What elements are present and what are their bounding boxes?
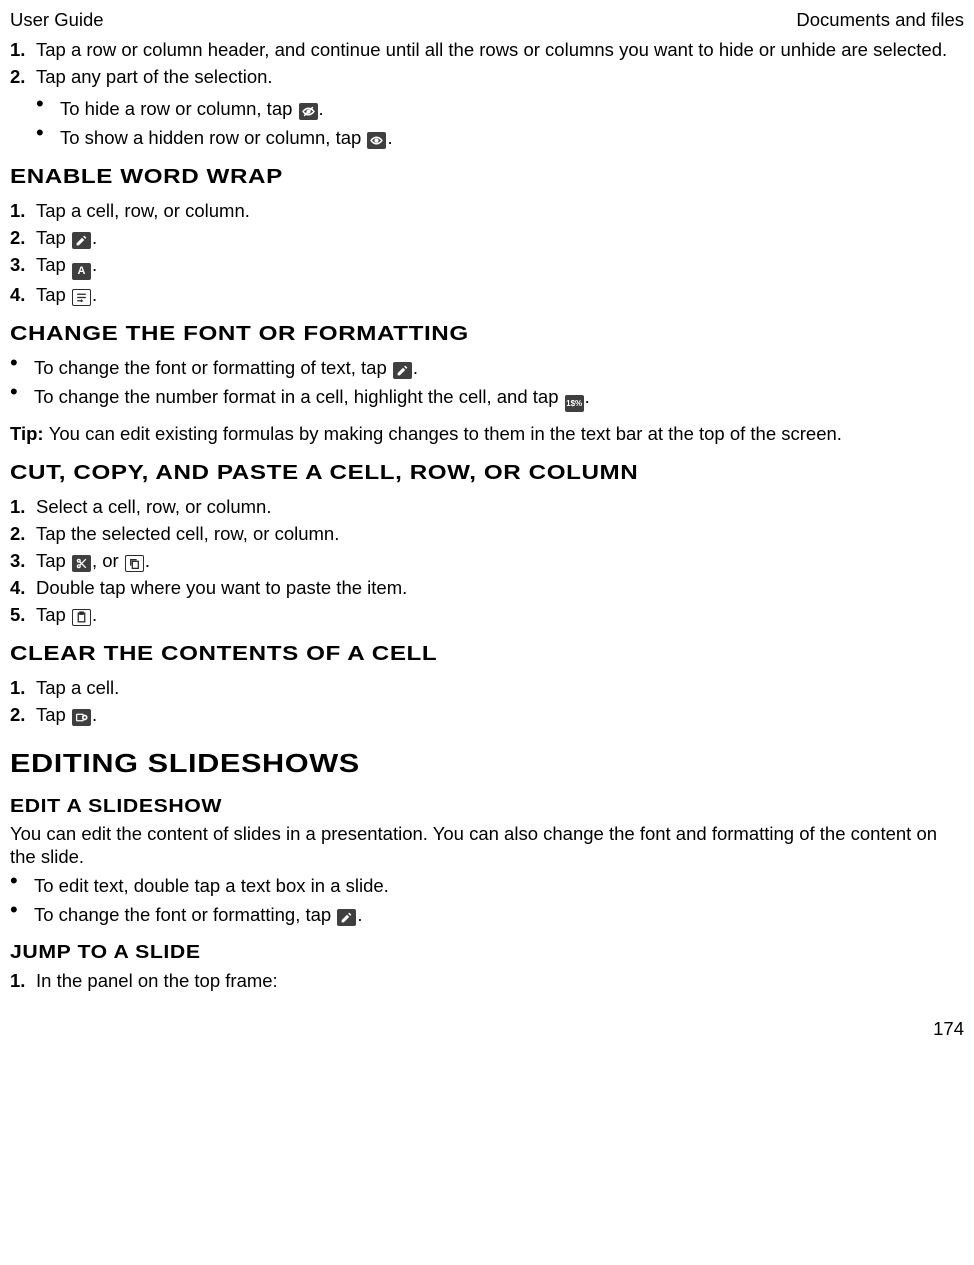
- copy-icon: [125, 555, 144, 572]
- clear-icon: [72, 709, 91, 726]
- list-item: 2.Tap the selected cell, row, or column.: [10, 522, 964, 546]
- hide-icon: [299, 103, 318, 120]
- list-item: •To change the font or formatting of tex…: [10, 356, 964, 380]
- list-item: 5.Tap .: [10, 603, 964, 627]
- paste-icon: [72, 609, 91, 626]
- list-item: •To change the number format in a cell, …: [10, 385, 964, 413]
- jump-to-slide-steps: 1.In the panel on the top frame:: [10, 969, 964, 993]
- font-a-icon: A: [72, 263, 91, 280]
- list-item: •To change the font or formatting, tap .: [10, 903, 964, 927]
- heading-edit-a-slideshow: Edit a slideshow: [10, 795, 974, 818]
- font-formatting-bullets: •To change the font or formatting of tex…: [10, 356, 964, 413]
- wrap-icon: [72, 289, 91, 306]
- header-right: Documents and files: [796, 8, 964, 32]
- edit-icon: [393, 362, 412, 379]
- page-number: 174: [10, 1017, 964, 1041]
- cut-copy-paste-steps: 1.Select a cell, row, or column. 2.Tap t…: [10, 495, 964, 627]
- list-item: 3.Tap A.: [10, 253, 964, 280]
- list-item: 4.Tap .: [10, 283, 964, 307]
- heading-cut-copy-paste: Cut, copy, and paste a cell, row, or col…: [10, 460, 974, 487]
- list-item: 2.Tap .: [10, 226, 964, 250]
- clear-contents-steps: 1.Tap a cell. 2.Tap .: [10, 676, 964, 727]
- cut-icon: [72, 555, 91, 572]
- list-item: • To show a hidden row or column, tap .: [36, 126, 964, 150]
- show-icon: [367, 132, 386, 149]
- edit-icon: [72, 232, 91, 249]
- edit-icon: [337, 909, 356, 926]
- slideshow-bullets: •To edit text, double tap a text box in …: [10, 874, 964, 927]
- list-item: • To hide a row or column, tap .: [36, 97, 964, 121]
- header-left: User Guide: [10, 8, 104, 32]
- list-item: 3.Tap , or .: [10, 549, 964, 573]
- formula-tip: Tip: You can edit existing formulas by m…: [10, 422, 964, 446]
- list-item: 1.Tap a cell.: [10, 676, 964, 700]
- list-item: 4.Double tap where you want to paste the…: [10, 576, 964, 600]
- heading-font-formatting: Change the font or formatting: [10, 321, 974, 348]
- list-item: 2.Tap .: [10, 703, 964, 727]
- list-item: •To edit text, double tap a text box in …: [10, 874, 964, 898]
- slideshow-intro: You can edit the content of slides in a …: [10, 822, 964, 868]
- hide-unhide-steps: 1. Tap a row or column header, and conti…: [10, 38, 964, 89]
- list-item: 1.Select a cell, row, or column.: [10, 495, 964, 519]
- heading-clear-contents: Clear the contents of a cell: [10, 641, 974, 668]
- heading-editing-slideshows: Editing slideshows: [10, 747, 974, 781]
- heading-jump-to-slide: Jump to a slide: [10, 941, 974, 964]
- list-item: 1.In the panel on the top frame:: [10, 969, 964, 993]
- page-header: User Guide Documents and files: [10, 8, 964, 32]
- list-item: 1. Tap a row or column header, and conti…: [10, 38, 964, 62]
- list-item: 2. Tap any part of the selection.: [10, 65, 964, 89]
- list-item: 1.Tap a cell, row, or column.: [10, 199, 964, 223]
- heading-word-wrap: Enable word wrap: [10, 164, 974, 191]
- word-wrap-steps: 1.Tap a cell, row, or column. 2.Tap . 3.…: [10, 199, 964, 307]
- number-format-icon: 1$%: [565, 395, 584, 412]
- hide-unhide-bullets: • To hide a row or column, tap . • To sh…: [10, 97, 964, 150]
